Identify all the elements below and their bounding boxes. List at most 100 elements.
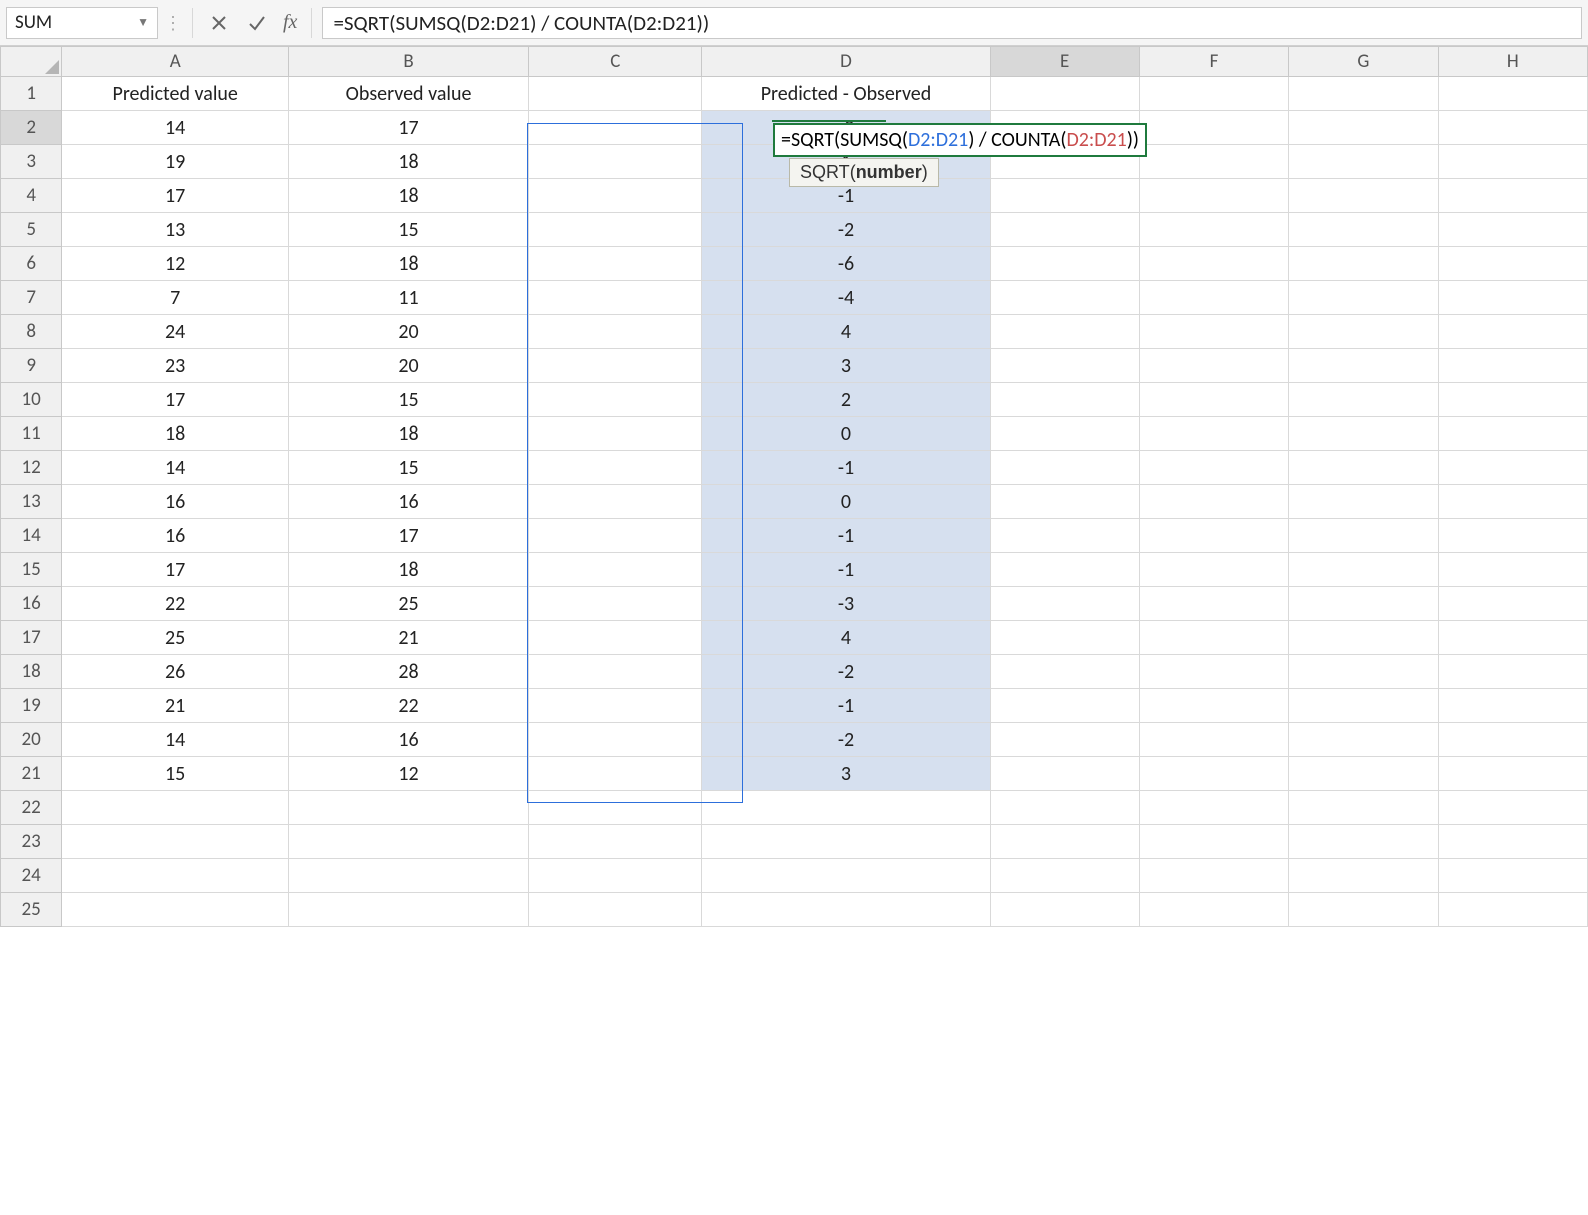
cell-C17[interactable] xyxy=(529,621,702,655)
cell-G18[interactable] xyxy=(1289,655,1438,689)
cell-F13[interactable] xyxy=(1139,485,1288,519)
cell-H25[interactable] xyxy=(1438,893,1587,927)
cell-B7[interactable]: 11 xyxy=(289,281,529,315)
row-header-12[interactable]: 12 xyxy=(1,451,62,485)
cell-E22[interactable] xyxy=(990,791,1139,825)
cell-G22[interactable] xyxy=(1289,791,1438,825)
cell-H19[interactable] xyxy=(1438,689,1587,723)
cell-F5[interactable] xyxy=(1139,213,1288,247)
cell-C24[interactable] xyxy=(529,859,702,893)
cell-C3[interactable] xyxy=(529,145,702,179)
cell-H6[interactable] xyxy=(1438,247,1587,281)
fx-icon[interactable]: fx xyxy=(279,11,301,34)
cell-C6[interactable] xyxy=(529,247,702,281)
cell-G13[interactable] xyxy=(1289,485,1438,519)
cell-C22[interactable] xyxy=(529,791,702,825)
cell-F24[interactable] xyxy=(1139,859,1288,893)
cell-A12[interactable]: 14 xyxy=(62,451,289,485)
cell-A14[interactable]: 16 xyxy=(62,519,289,553)
cell-C15[interactable] xyxy=(529,553,702,587)
cell-B3[interactable]: 18 xyxy=(289,145,529,179)
cell-F16[interactable] xyxy=(1139,587,1288,621)
cell-D24[interactable] xyxy=(702,859,990,893)
cell-G9[interactable] xyxy=(1289,349,1438,383)
row-header-5[interactable]: 5 xyxy=(1,213,62,247)
cell-D23[interactable] xyxy=(702,825,990,859)
cell-B21[interactable]: 12 xyxy=(289,757,529,791)
cell-A24[interactable] xyxy=(62,859,289,893)
cell-H9[interactable] xyxy=(1438,349,1587,383)
cell-F21[interactable] xyxy=(1139,757,1288,791)
cell-G24[interactable] xyxy=(1289,859,1438,893)
select-all-corner[interactable] xyxy=(1,47,62,77)
cell-G12[interactable] xyxy=(1289,451,1438,485)
cell-A22[interactable] xyxy=(62,791,289,825)
cell-E19[interactable] xyxy=(990,689,1139,723)
cell-A19[interactable]: 21 xyxy=(62,689,289,723)
cell-D18[interactable]: -2 xyxy=(702,655,990,689)
cell-H16[interactable] xyxy=(1438,587,1587,621)
cell-D12[interactable]: -1 xyxy=(702,451,990,485)
cancel-button[interactable] xyxy=(203,7,235,39)
cell-A6[interactable]: 12 xyxy=(62,247,289,281)
cell-B1[interactable]: Observed value xyxy=(289,77,529,111)
cell-B14[interactable]: 17 xyxy=(289,519,529,553)
cell-H21[interactable] xyxy=(1438,757,1587,791)
cell-C12[interactable] xyxy=(529,451,702,485)
row-header-2[interactable]: 2 xyxy=(1,111,62,145)
cell-C10[interactable] xyxy=(529,383,702,417)
cell-H1[interactable] xyxy=(1438,77,1587,111)
cell-G1[interactable] xyxy=(1289,77,1438,111)
formula-input[interactable]: =SQRT(SUMSQ(D2:D21) / COUNTA(D2:D21)) xyxy=(322,7,1582,39)
cell-C14[interactable] xyxy=(529,519,702,553)
cell-A20[interactable]: 14 xyxy=(62,723,289,757)
cell-B6[interactable]: 18 xyxy=(289,247,529,281)
cell-A7[interactable]: 7 xyxy=(62,281,289,315)
cell-B11[interactable]: 18 xyxy=(289,417,529,451)
col-header-B[interactable]: B xyxy=(289,47,529,77)
cell-G11[interactable] xyxy=(1289,417,1438,451)
cell-C11[interactable] xyxy=(529,417,702,451)
cell-E20[interactable] xyxy=(990,723,1139,757)
cell-E14[interactable] xyxy=(990,519,1139,553)
cell-D14[interactable]: -1 xyxy=(702,519,990,553)
cell-D17[interactable]: 4 xyxy=(702,621,990,655)
cell-E7[interactable] xyxy=(990,281,1139,315)
cell-E10[interactable] xyxy=(990,383,1139,417)
cell-C13[interactable] xyxy=(529,485,702,519)
cell-C4[interactable] xyxy=(529,179,702,213)
cell-A25[interactable] xyxy=(62,893,289,927)
cell-G19[interactable] xyxy=(1289,689,1438,723)
cell-B18[interactable]: 28 xyxy=(289,655,529,689)
cell-D11[interactable]: 0 xyxy=(702,417,990,451)
cell-D5[interactable]: -2 xyxy=(702,213,990,247)
cell-F14[interactable] xyxy=(1139,519,1288,553)
cell-A5[interactable]: 13 xyxy=(62,213,289,247)
cell-C21[interactable] xyxy=(529,757,702,791)
cell-F15[interactable] xyxy=(1139,553,1288,587)
row-header-15[interactable]: 15 xyxy=(1,553,62,587)
cell-B20[interactable]: 16 xyxy=(289,723,529,757)
cell-F12[interactable] xyxy=(1139,451,1288,485)
col-header-G[interactable]: G xyxy=(1289,47,1438,77)
cell-B9[interactable]: 20 xyxy=(289,349,529,383)
cell-F8[interactable] xyxy=(1139,315,1288,349)
cell-E21[interactable] xyxy=(990,757,1139,791)
cell-D15[interactable]: -1 xyxy=(702,553,990,587)
row-header-21[interactable]: 21 xyxy=(1,757,62,791)
row-header-1[interactable]: 1 xyxy=(1,77,62,111)
row-header-23[interactable]: 23 xyxy=(1,825,62,859)
cell-C16[interactable] xyxy=(529,587,702,621)
cell-F7[interactable] xyxy=(1139,281,1288,315)
cell-D6[interactable]: -6 xyxy=(702,247,990,281)
cell-B24[interactable] xyxy=(289,859,529,893)
cell-G5[interactable] xyxy=(1289,213,1438,247)
cell-D8[interactable]: 4 xyxy=(702,315,990,349)
cell-C25[interactable] xyxy=(529,893,702,927)
dropdown-icon[interactable]: ▼ xyxy=(137,15,149,30)
row-header-20[interactable]: 20 xyxy=(1,723,62,757)
row-header-14[interactable]: 14 xyxy=(1,519,62,553)
cell-D10[interactable]: 2 xyxy=(702,383,990,417)
cell-B13[interactable]: 16 xyxy=(289,485,529,519)
cell-E23[interactable] xyxy=(990,825,1139,859)
